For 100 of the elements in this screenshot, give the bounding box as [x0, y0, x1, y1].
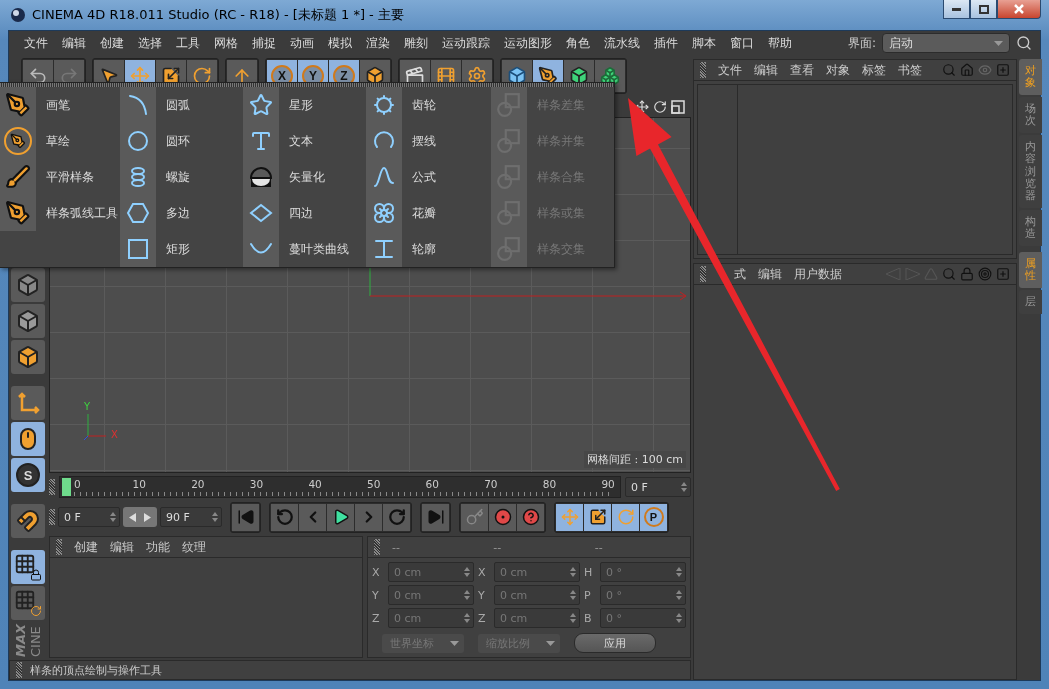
menu-item[interactable]: 纹理 [182, 539, 206, 555]
menu-item[interactable]: 摆线 [366, 123, 491, 159]
menu-item[interactable]: 编辑 [754, 62, 778, 78]
spinner-icon [464, 590, 470, 600]
grid-rotate-icon [14, 589, 42, 617]
spinner-icon [570, 590, 576, 600]
menu-item[interactable]: 窗口 [723, 35, 761, 51]
tick-label: 50 [367, 478, 381, 490]
axis-label: Y [84, 401, 91, 412]
side-tab[interactable]: 构造 [1019, 209, 1042, 247]
menu-item[interactable]: 渲染 [359, 35, 397, 51]
menu-item[interactable]: 齿轮 [366, 87, 491, 123]
menu-item[interactable]: 书签 [898, 62, 922, 78]
menu-item[interactable]: 功能 [146, 539, 170, 555]
rotate-icon[interactable] [653, 100, 667, 114]
menu-item[interactable]: 查看 [790, 62, 814, 78]
playback-button[interactable] [327, 503, 354, 531]
menu-item[interactable]: 运动跟踪 [435, 35, 497, 51]
menu-item[interactable]: 公式 [366, 159, 491, 195]
menu-item[interactable]: 矩形 [120, 231, 243, 267]
menu-item[interactable]: 画笔 [0, 87, 120, 123]
menu-item[interactable]: 角色 [559, 35, 597, 51]
menu-item[interactable]: 蔓叶类曲线 [243, 231, 366, 267]
grip-icon [700, 62, 706, 78]
tool-button[interactable] [11, 340, 45, 374]
frame-field[interactable]: 0 F [625, 477, 691, 497]
menu-item[interactable]: 平滑样条 [0, 159, 120, 195]
rotate-left-icon [275, 508, 294, 526]
menu-item[interactable]: 动画 [283, 35, 321, 51]
logo-text: CINE [28, 625, 43, 658]
menu-item[interactable]: 编辑 [55, 35, 93, 51]
skip-back-icon [236, 508, 255, 526]
menu-item[interactable]: 雕刻 [397, 35, 435, 51]
search-icon[interactable] [1016, 35, 1032, 51]
tool-button[interactable] [11, 422, 45, 456]
menu-item[interactable]: 多边 [120, 195, 243, 231]
menu-item[interactable]: 编辑 [110, 539, 134, 555]
menu-item[interactable]: 帮助 [761, 35, 799, 51]
playback-button[interactable] [556, 503, 583, 531]
menu-item[interactable]: 插件 [647, 35, 685, 51]
side-tab[interactable]: 场次 [1019, 97, 1042, 134]
grip-icon [56, 539, 62, 555]
side-tab[interactable]: 层 [1019, 290, 1042, 315]
close-icon [1014, 4, 1024, 14]
window-icon[interactable] [671, 100, 685, 114]
menu-item[interactable]: 工具 [169, 35, 207, 51]
menu-item[interactable]: 模拟 [321, 35, 359, 51]
move-icon [560, 508, 579, 526]
caret-icon [450, 640, 459, 646]
axis-label: Y [372, 588, 380, 602]
menu-item[interactable]: 文件 [17, 35, 55, 51]
spinner-icon [681, 482, 687, 492]
menu-item[interactable]: 网格 [207, 35, 245, 51]
axis-label: P [584, 588, 592, 602]
menu-item[interactable]: 式 [734, 266, 746, 282]
maximize-button[interactable] [970, 0, 997, 19]
grid-lock-icon [14, 553, 42, 581]
end-frame-field[interactable]: 90 F [160, 507, 222, 527]
menu-item[interactable]: 脚本 [685, 35, 723, 51]
gear-icon [372, 93, 396, 117]
playback-button[interactable] [584, 503, 611, 531]
maximize-icon [978, 4, 989, 14]
menu-item[interactable]: 圆环 [120, 123, 243, 159]
arc-icon [126, 93, 150, 117]
menu-item[interactable]: 圆弧 [120, 87, 243, 123]
menu-item[interactable]: 运动图形 [497, 35, 559, 51]
spinner-icon [212, 512, 218, 522]
tool-button[interactable] [11, 504, 45, 538]
playback-button[interactable] [517, 503, 544, 531]
menu-item[interactable]: 螺旋 [120, 159, 243, 195]
axis-label: X [372, 565, 381, 579]
menu-item[interactable]: 创建 [74, 539, 98, 555]
minimize-button[interactable] [943, 0, 970, 19]
menu-item[interactable]: 标签 [862, 62, 886, 78]
start-frame-field[interactable]: 0 F [58, 507, 120, 527]
menu-item[interactable]: 对象 [826, 62, 850, 78]
menu-item[interactable]: 文本 [243, 123, 366, 159]
menu-item[interactable]: 流水线 [597, 35, 647, 51]
menu-item[interactable]: 花瓣 [366, 195, 491, 231]
menu-item[interactable]: 捕捉 [245, 35, 283, 51]
menu-item[interactable]: 轮廓 [366, 231, 491, 267]
menu-item[interactable]: 四边 [243, 195, 366, 231]
layout-dropdown[interactable]: 启动 [882, 33, 1010, 53]
tool-button[interactable] [11, 550, 45, 584]
close-button[interactable] [997, 0, 1041, 19]
spinner-icon [110, 512, 116, 522]
logo-text: MAX [13, 624, 28, 658]
menu-item[interactable]: 草绘 [0, 123, 120, 159]
playback-button[interactable] [612, 503, 639, 531]
menu-item[interactable]: 样条弧线工具 [0, 195, 120, 231]
tool-button[interactable] [11, 304, 45, 338]
menu-item[interactable]: 矢量化 [243, 159, 366, 195]
side-tab[interactable]: 内容浏览器 [1019, 135, 1042, 208]
menu-item[interactable]: 用户数据 [794, 266, 842, 282]
menu-item[interactable]: 编辑 [758, 266, 782, 282]
menu-item[interactable]: 创建 [93, 35, 131, 51]
playback-button[interactable] [489, 503, 516, 531]
menu-item[interactable]: 文件 [718, 62, 742, 78]
axis-label: X [111, 429, 118, 440]
menu-item[interactable]: 选择 [131, 35, 169, 51]
